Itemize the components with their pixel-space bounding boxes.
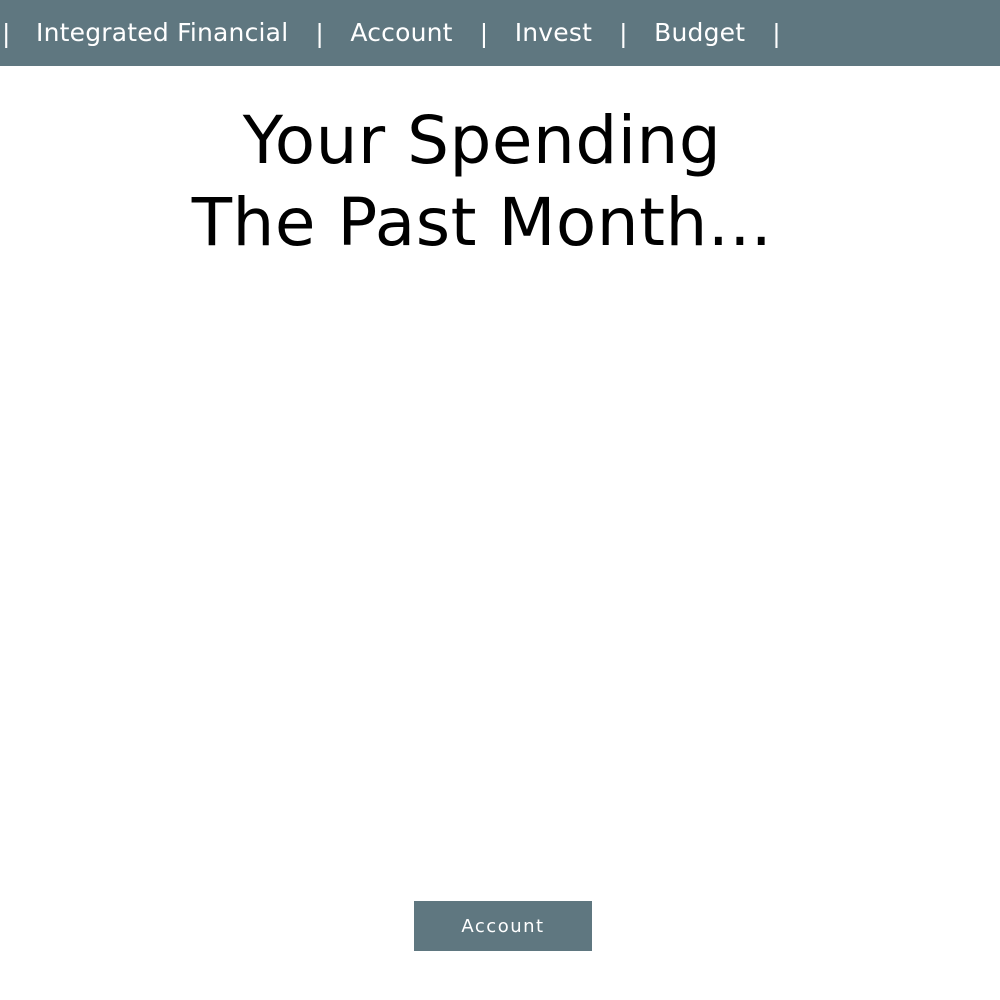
- page-headline: Your Spending The Past Month...: [0, 100, 964, 264]
- nav-separator: |: [315, 18, 324, 48]
- headline-line-1: Your Spending: [242, 102, 722, 179]
- nav-separator: |: [772, 18, 781, 48]
- nav-separator: |: [479, 18, 489, 48]
- nav-link-account[interactable]: Account: [323, 0, 479, 66]
- nav-separator: |: [619, 18, 628, 48]
- headline-line-2: The Past Month...: [191, 184, 773, 261]
- nav-separator: |: [2, 18, 11, 48]
- top-navigation-bar: | Integrated Financial | Account | Inves…: [0, 0, 1000, 66]
- nav-link-invest[interactable]: Invest: [488, 0, 619, 66]
- nav-link-budget[interactable]: Budget: [627, 0, 772, 66]
- nav-link-integrated-financial[interactable]: Integrated Financial: [10, 0, 315, 66]
- account-button[interactable]: Account: [414, 901, 592, 951]
